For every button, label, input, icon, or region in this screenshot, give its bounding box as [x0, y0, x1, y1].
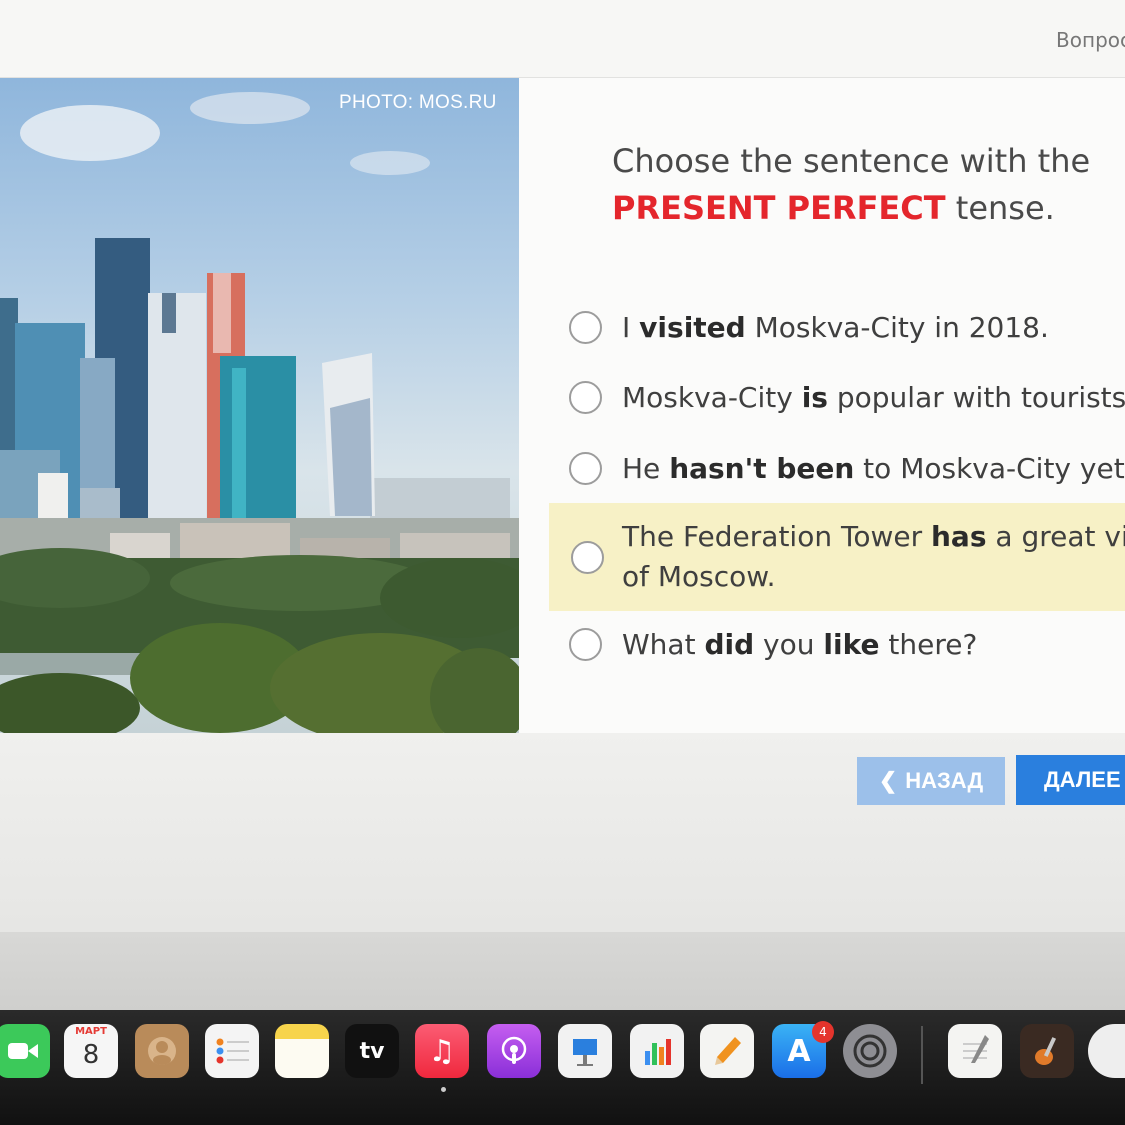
screen: Вопрос PHOTO: MOS.RU Choose the sentence… [0, 0, 1125, 1010]
radio-button-2[interactable] [569, 381, 602, 414]
apple-tv-label: tv [359, 1038, 385, 1064]
top-bar: Вопрос [0, 0, 1125, 78]
option-text: I visited Moskva-City in 2018. [622, 311, 1049, 344]
facetime-icon[interactable] [0, 1024, 50, 1078]
tense-highlight: PRESENT PERFECT [612, 189, 946, 227]
question-text: Choose the sentence with the PRESENT PER… [612, 138, 1112, 232]
contacts-icon[interactable] [135, 1024, 189, 1078]
pages-icon[interactable] [700, 1024, 754, 1078]
dock-separator [921, 1026, 923, 1084]
answer-option-3[interactable]: He hasn't been to Moskva-City yet. [569, 449, 1125, 489]
back-button[interactable]: ❮ НАЗАД [857, 757, 1005, 805]
next-button[interactable]: ДАЛЕЕ [1016, 755, 1125, 805]
radio-button-4[interactable] [571, 541, 604, 574]
reminders-icon[interactable] [205, 1024, 259, 1078]
chevron-left-icon: ❮ [878, 768, 898, 793]
question-panel: Choose the sentence with the PRESENT PER… [519, 78, 1125, 733]
option-text: He hasn't been to Moskva-City yet. [622, 452, 1125, 485]
calendar-day: 8 [82, 1040, 100, 1070]
navigation-bar: ❮ НАЗАД ДАЛЕЕ [0, 733, 1125, 933]
skyline-illustration [0, 92, 519, 733]
app-store-badge: 4 [812, 1021, 834, 1043]
apple-tv-icon[interactable]: tv [345, 1024, 399, 1078]
radio-button-5[interactable] [569, 628, 602, 661]
running-indicator [441, 1087, 446, 1092]
answer-option-4[interactable]: The Federation Tower has a great viewof … [549, 503, 1125, 611]
radio-button-3[interactable] [569, 452, 602, 485]
answer-option-5[interactable]: What did you like there? [569, 625, 1125, 665]
option-text: Moskva-City is popular with tourists. [622, 381, 1125, 414]
music-icon[interactable]: ♫ [415, 1024, 469, 1078]
question-line1: Choose the sentence with the [612, 142, 1091, 180]
calendar-month: МАРТ [75, 1026, 107, 1037]
notes-icon[interactable] [275, 1024, 329, 1078]
screen-bottom-edge [0, 932, 1125, 1010]
keynote-icon[interactable] [558, 1024, 612, 1078]
option-text: The Federation Tower has a great viewof … [622, 520, 1125, 593]
garageband-icon[interactable] [1020, 1024, 1074, 1078]
calendar-icon[interactable]: МАРТ 8 [64, 1024, 118, 1078]
answer-option-1[interactable]: I visited Moskva-City in 2018. [569, 308, 1125, 348]
question-line2: tense. [945, 189, 1055, 227]
next-button-label: ДАЛЕЕ [1044, 767, 1121, 792]
back-button-label: НАЗАД [905, 768, 984, 793]
numbers-icon[interactable] [630, 1024, 684, 1078]
photo-credit: PHOTO: MOS.RU [339, 92, 497, 113]
question-counter: Вопрос [1056, 28, 1125, 52]
system-preferences-icon[interactable] [843, 1024, 897, 1078]
radio-button-1[interactable] [569, 311, 602, 344]
podcasts-icon[interactable] [487, 1024, 541, 1078]
answer-option-2[interactable]: Moskva-City is popular with tourists. [569, 378, 1125, 418]
option-text: What did you like there? [622, 628, 978, 661]
textedit-icon[interactable] [948, 1024, 1002, 1078]
city-photo: PHOTO: MOS.RU [0, 78, 519, 733]
